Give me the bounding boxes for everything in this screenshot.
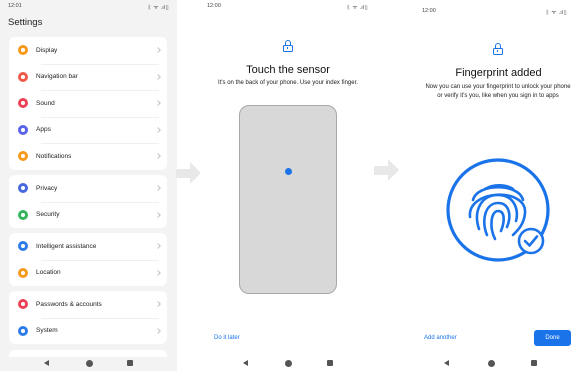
page-title: Fingerprint added — [455, 67, 542, 79]
status-icons: ᛒ ᯤ .ıl▯ — [545, 10, 567, 16]
navigation-icon — [18, 71, 28, 82]
home-icon[interactable] — [488, 360, 495, 367]
home-icon[interactable] — [285, 360, 292, 367]
back-icon[interactable] — [444, 360, 449, 366]
status-time: 12:00 — [207, 3, 221, 9]
system-icon — [18, 325, 28, 336]
back-icon[interactable] — [243, 360, 248, 366]
nav-bar — [200, 357, 376, 371]
key-icon — [18, 299, 28, 310]
settings-item-navigation-bar[interactable]: Navigation bar — [9, 63, 167, 91]
status-bar: 12:00 ᛒ ᯤ .ıl▯ — [200, 0, 376, 12]
touch-sensor-screen: 12:00 ᛒ ᯤ .ıl▯ Touch the sensor It's on … — [200, 0, 376, 371]
settings-item-notifications[interactable]: Notifications — [9, 143, 167, 170]
settings-group-accounts: Passwords & accounts System — [9, 291, 167, 344]
settings-item-location[interactable]: Location — [9, 259, 167, 287]
phone-back-illustration — [239, 105, 337, 294]
status-icons: ᛒ ᯤ .ıl▯ — [346, 5, 368, 11]
settings-item-label: Security — [36, 211, 60, 219]
settings-item-label: Privacy — [36, 184, 58, 192]
settings-item-label: Passwords & accounts — [36, 300, 102, 308]
chevron-right-icon — [155, 269, 161, 276]
settings-item-label: Sound — [36, 99, 55, 107]
security-icon — [18, 209, 28, 220]
privacy-icon — [18, 183, 28, 194]
status-time: 12:00 — [422, 8, 436, 14]
location-icon — [18, 267, 28, 278]
settings-screen: 12:01 ᛒ ᯤ .ıl▯ Settings Display Navigati… — [0, 0, 177, 371]
settings-item-intelligent-assistance[interactable]: Intelligent assistance — [9, 233, 167, 260]
settings-item-label: Navigation bar — [36, 73, 78, 81]
assistant-icon — [18, 241, 28, 252]
settings-item-label: System — [36, 327, 58, 335]
settings-group-device: Display Navigation bar Sound Apps Notifi… — [9, 37, 167, 170]
settings-item-system[interactable]: System — [9, 317, 167, 345]
flow-arrow-icon — [374, 159, 400, 182]
chevron-right-icon — [155, 185, 161, 192]
chevron-right-icon — [155, 243, 161, 250]
settings-item-label: Apps — [36, 126, 51, 134]
settings-item-sound[interactable]: Sound — [9, 90, 167, 117]
chevron-right-icon — [155, 153, 161, 160]
status-time: 12:01 — [8, 3, 22, 9]
done-button[interactable]: Done — [534, 330, 571, 346]
settings-item-label: Display — [36, 46, 58, 54]
settings-item-label: Location — [36, 269, 61, 277]
nav-bar — [410, 357, 577, 371]
lock-icon — [493, 43, 503, 55]
flow-arrow-icon — [176, 162, 202, 185]
fingerprint-added-screen: 12:00 ᛒ ᯤ .ıl▯ Fingerprint added Now you… — [410, 0, 577, 371]
chevron-right-icon — [155, 73, 161, 80]
settings-group-privacy: Privacy Security — [9, 175, 167, 228]
instruction-text: It's on the back of your phone. Use your… — [218, 80, 358, 86]
add-another-button[interactable]: Add another — [424, 335, 457, 341]
display-icon — [18, 45, 28, 56]
chevron-right-icon — [155, 301, 161, 308]
recent-apps-icon[interactable] — [127, 360, 133, 366]
chevron-right-icon — [155, 100, 161, 107]
settings-group-assistance: Intelligent assistance Location — [9, 233, 167, 286]
settings-item-security[interactable]: Security — [9, 201, 167, 229]
page-title: Settings — [8, 17, 43, 28]
settings-item-apps[interactable]: Apps — [9, 116, 167, 144]
settings-item-passwords-accounts[interactable]: Passwords & accounts — [9, 291, 167, 318]
chevron-right-icon — [155, 327, 161, 334]
lock-icon — [283, 40, 293, 52]
notifications-icon — [18, 151, 28, 162]
chevron-right-icon — [155, 47, 161, 54]
recent-apps-icon[interactable] — [327, 360, 333, 366]
home-icon[interactable] — [86, 360, 93, 367]
fingerprint-icon — [446, 158, 550, 262]
chevron-right-icon — [155, 211, 161, 218]
settings-item-display[interactable]: Display — [9, 37, 167, 64]
chevron-right-icon — [155, 126, 161, 133]
settings-item-privacy[interactable]: Privacy — [9, 175, 167, 202]
status-bar: 12:01 ᛒ ᯤ .ıl▯ — [0, 0, 177, 12]
back-icon[interactable] — [44, 360, 49, 366]
settings-item-label: Notifications — [36, 152, 72, 160]
confirmation-text: Now you can use your fingerprint to unlo… — [425, 84, 571, 99]
status-icons: ᛒ ᯤ .ıl▯ — [147, 5, 169, 11]
page-title: Touch the sensor — [246, 64, 330, 76]
do-it-later-button[interactable]: Do it later — [214, 335, 240, 341]
sensor-location-dot — [285, 168, 292, 175]
nav-bar — [0, 357, 177, 371]
apps-icon — [18, 124, 28, 135]
sound-icon — [18, 98, 28, 109]
settings-item-label: Intelligent assistance — [36, 242, 97, 250]
status-bar: 12:00 ᛒ ᯤ .ıl▯ — [410, 0, 577, 16]
recent-apps-icon[interactable] — [531, 360, 537, 366]
